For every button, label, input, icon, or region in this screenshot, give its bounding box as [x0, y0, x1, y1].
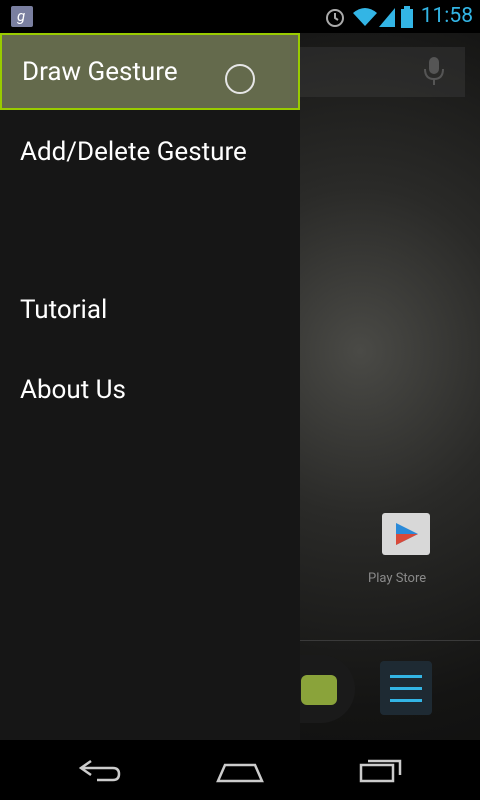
settings-app-icon[interactable] [380, 661, 432, 715]
menu-item-about-us[interactable]: About Us [0, 351, 300, 429]
signal-icon [379, 8, 395, 27]
status-bar: g 11:58 [0, 0, 480, 33]
menu-item-tutorial[interactable]: Tutorial [0, 271, 300, 349]
clock: 11:58 [420, 4, 473, 28]
recent-apps-icon[interactable] [358, 755, 404, 785]
navigation-bar [0, 740, 480, 800]
navigation-drawer: Draw Gesture Add/Delete Gesture Tutorial… [0, 33, 300, 740]
wifi-icon [353, 8, 377, 26]
touch-indicator [225, 64, 255, 94]
alarm-icon [326, 9, 344, 27]
menu-item-draw-gesture[interactable]: Draw Gesture [0, 33, 300, 110]
play-store-label: Play Store [368, 571, 427, 586]
app-notification-icon: g [11, 6, 33, 27]
dock-divider [300, 640, 480, 641]
dock-app-icon[interactable] [299, 655, 355, 723]
battery-icon [401, 6, 413, 28]
mic-icon[interactable] [422, 55, 446, 87]
play-store-icon[interactable] [378, 503, 434, 559]
back-icon[interactable] [77, 755, 123, 785]
home-icon[interactable] [215, 755, 265, 785]
menu-item-add-delete-gesture[interactable]: Add/Delete Gesture [0, 113, 300, 191]
